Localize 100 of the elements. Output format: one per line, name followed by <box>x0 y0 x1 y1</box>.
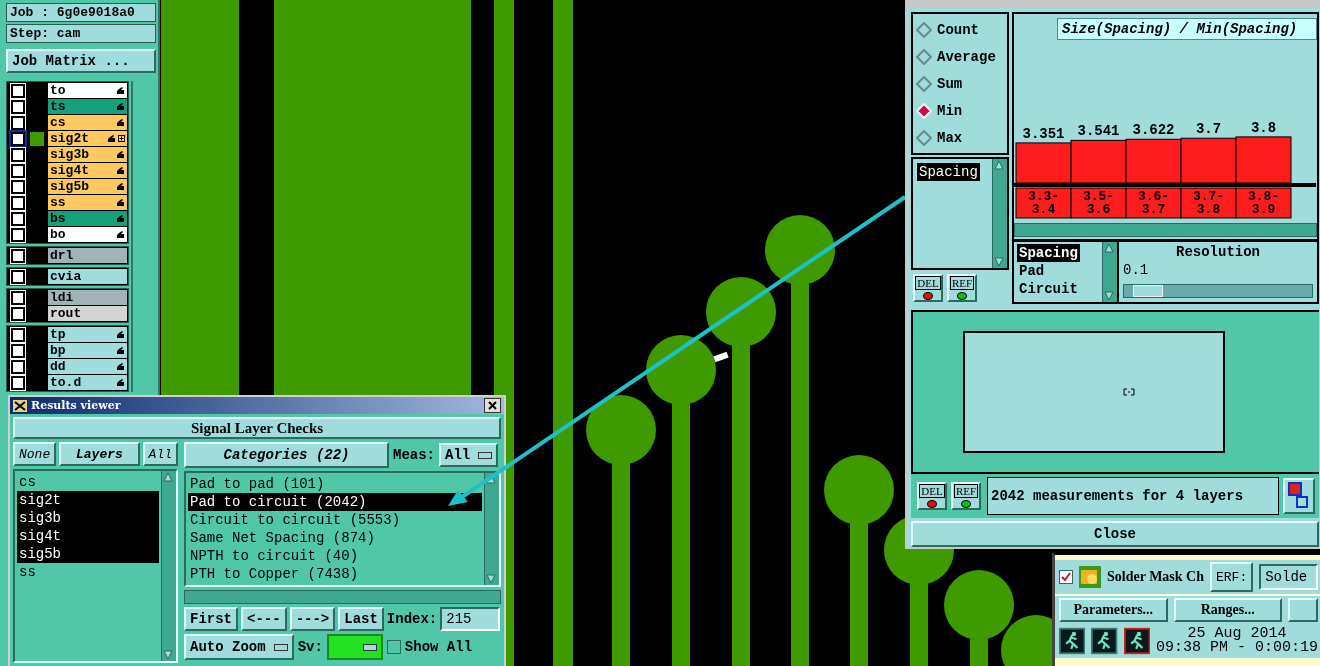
action-button[interactable]: Ranges... <box>1173 598 1282 622</box>
delete-button[interactable]: DEL <box>917 482 947 510</box>
histogram-bar[interactable] <box>1235 136 1292 184</box>
running-figure-icon[interactable] <box>1091 626 1118 656</box>
index-field[interactable]: 215 <box>440 607 501 631</box>
layer-checkbox[interactable] <box>11 306 25 321</box>
scroll-up-icon[interactable] <box>993 159 1005 171</box>
layer-checkbox[interactable] <box>11 227 25 242</box>
navigation-button[interactable]: ---> <box>289 607 336 631</box>
scrollbar[interactable] <box>1102 242 1117 302</box>
running-figure-icon[interactable] <box>1059 626 1086 656</box>
layer-name[interactable]: sig3b <box>48 147 127 162</box>
layer-checkbox[interactable] <box>11 211 25 226</box>
erf-field[interactable]: Solde <box>1259 564 1318 590</box>
layer-name[interactable]: drl <box>48 248 127 263</box>
resolution-slider[interactable] <box>1133 285 1164 297</box>
layer-checkbox[interactable] <box>11 195 25 210</box>
layer-checkbox[interactable] <box>11 115 25 130</box>
layer-checkbox[interactable] <box>11 99 25 114</box>
horizontal-scrollbar[interactable] <box>1014 223 1317 237</box>
running-figure-icon[interactable] <box>1123 626 1150 656</box>
erf-button[interactable]: ERF: <box>1210 562 1254 592</box>
layer-checkbox[interactable] <box>11 163 25 178</box>
scroll-up-icon[interactable] <box>162 471 174 483</box>
layer-name[interactable]: tp <box>48 327 127 342</box>
layer-checkbox[interactable] <box>11 248 25 263</box>
layer-name[interactable]: sig2t <box>48 131 127 146</box>
navigation-button[interactable]: Last <box>338 607 384 631</box>
layer-checkbox[interactable] <box>11 343 25 358</box>
layer-name[interactable]: to <box>48 83 127 98</box>
attribute-item[interactable]: Circuit <box>1017 280 1080 298</box>
layer-name[interactable]: sig4t <box>48 163 127 178</box>
layer-name[interactable]: dd <box>48 359 127 374</box>
layer-name[interactable]: rout <box>48 306 127 321</box>
horizontal-scrollbar[interactable] <box>184 590 501 604</box>
category-item[interactable]: Pad to pad (101) <box>188 475 482 493</box>
scrollbar[interactable] <box>484 473 499 585</box>
action-button[interactable] <box>1288 598 1318 622</box>
histogram-bar[interactable] <box>1180 137 1237 184</box>
histogram-bar[interactable] <box>1015 142 1072 184</box>
radio-button[interactable] <box>916 129 932 146</box>
refresh-button[interactable]: REF <box>951 482 981 510</box>
layer-checkbox[interactable] <box>11 83 25 98</box>
layer-checkbox[interactable] <box>11 179 25 194</box>
layer-checkbox[interactable] <box>11 131 25 146</box>
layer-filter-button[interactable]: All <box>142 442 178 466</box>
scroll-up-icon[interactable] <box>1103 242 1115 254</box>
layer-name[interactable]: ts <box>48 99 127 114</box>
scroll-down-icon[interactable] <box>162 649 174 661</box>
layer-list-item[interactable]: ss <box>17 563 159 581</box>
category-item[interactable]: Circuit to circuit (5553) <box>188 511 482 529</box>
category-item[interactable]: Same Net Spacing (874) <box>188 529 482 547</box>
radio-button[interactable] <box>916 48 932 65</box>
layer-list-item[interactable]: sig4t <box>17 527 159 545</box>
check-set-button[interactable]: Signal Layer Checks <box>13 417 501 439</box>
layer-list-item[interactable]: sig2t <box>17 491 159 509</box>
layer-name[interactable]: ldi <box>48 290 127 305</box>
navigation-button[interactable]: <--- <box>241 607 287 631</box>
close-button[interactable]: Close <box>911 521 1319 547</box>
layer-checkbox[interactable] <box>11 327 25 342</box>
scroll-down-icon[interactable] <box>993 256 1005 268</box>
attribute-item[interactable]: Spacing <box>1017 244 1080 262</box>
job-matrix-button[interactable]: Job Matrix ... <box>6 49 156 73</box>
layer-name[interactable]: ss <box>48 195 127 210</box>
close-icon[interactable] <box>484 398 501 413</box>
layer-name[interactable]: bs <box>48 211 127 226</box>
category-item[interactable]: PTH to Copper (7438) <box>188 565 482 583</box>
radio-button[interactable] <box>916 21 932 38</box>
scroll-down-icon[interactable] <box>1103 290 1115 302</box>
layer-checkbox[interactable] <box>11 147 25 162</box>
layer-list-item[interactable]: cs <box>17 473 159 491</box>
chart-export-icon[interactable] <box>1283 478 1315 514</box>
layer-checkbox[interactable] <box>11 359 25 374</box>
layer-filter-button[interactable]: Layers <box>59 442 140 466</box>
meas-dropdown[interactable]: All <box>439 443 499 467</box>
layer-name[interactable]: to.d <box>48 375 127 390</box>
histogram-bar[interactable] <box>1070 139 1127 184</box>
scroll-down-icon[interactable] <box>485 573 497 585</box>
measure-item[interactable]: Spacing <box>917 163 980 181</box>
scrollbar[interactable] <box>161 471 176 661</box>
radio-button[interactable] <box>916 75 932 92</box>
layer-name[interactable]: bo <box>48 227 127 242</box>
layer-checkbox[interactable] <box>11 269 25 284</box>
refresh-button[interactable]: REF <box>947 274 977 302</box>
layer-checkbox[interactable] <box>11 375 25 390</box>
histogram-bar[interactable] <box>1125 138 1182 184</box>
categories-button[interactable]: Categories (22) <box>184 442 389 468</box>
category-item[interactable]: NPTH to circuit (40) <box>188 547 482 565</box>
layer-checkbox[interactable] <box>11 290 25 305</box>
action-button[interactable]: Parameters... <box>1059 598 1168 622</box>
attribute-item[interactable]: Pad <box>1017 262 1047 280</box>
delete-button[interactable]: DEL <box>913 274 943 302</box>
layer-name[interactable]: bp <box>48 343 127 358</box>
scrollbar[interactable] <box>992 159 1007 268</box>
layer-name[interactable]: sig5b <box>48 179 127 194</box>
layer-name[interactable]: cs <box>48 115 127 130</box>
show-all-checkbox[interactable] <box>386 640 401 654</box>
layer-filter-button[interactable]: None <box>13 442 57 466</box>
category-item[interactable]: Pad to circuit (2042) <box>188 493 482 511</box>
zoom-mode-dropdown[interactable]: Auto Zoom <box>184 634 294 660</box>
